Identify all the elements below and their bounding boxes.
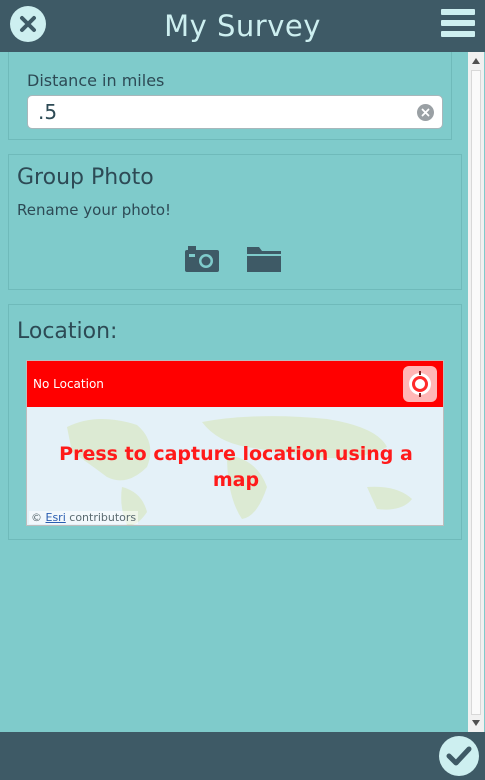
menu-button[interactable]	[441, 9, 475, 41]
location-heading: Location:	[17, 319, 118, 344]
survey-form[interactable]: Distance in miles .5 Group Photo Rename …	[0, 52, 468, 732]
submit-button[interactable]	[439, 736, 479, 776]
group-photo-card: Group Photo Rename your photo!	[8, 154, 462, 290]
scrollbar-thumb[interactable]	[471, 70, 481, 715]
location-status-bar: No Location	[27, 361, 443, 407]
group-photo-heading: Group Photo	[17, 165, 154, 190]
group-photo-hint: Rename your photo!	[17, 201, 172, 219]
scroll-down-arrow-icon[interactable]	[468, 716, 484, 730]
map-attribution: © Esri contributors	[29, 511, 139, 524]
scrollbar[interactable]	[468, 52, 484, 732]
close-icon	[20, 16, 36, 32]
esri-link[interactable]: Esri	[46, 511, 66, 524]
location-status: No Location	[33, 377, 104, 391]
checkmark-icon	[446, 746, 472, 766]
camera-icon[interactable]	[184, 243, 220, 273]
distance-heading-cut	[27, 52, 34, 72]
distance-label: Distance in miles	[27, 71, 165, 90]
hamburger-menu-icon	[441, 9, 475, 15]
folder-icon[interactable]	[246, 243, 282, 273]
page-title: My Survey	[164, 9, 321, 43]
gps-target-icon	[409, 371, 431, 397]
close-button[interactable]	[10, 6, 46, 42]
gps-button[interactable]	[403, 366, 437, 402]
app-footer	[0, 732, 485, 780]
distance-card: Distance in miles .5	[8, 52, 452, 140]
scroll-up-arrow-icon[interactable]	[468, 54, 484, 68]
capture-location-prompt[interactable]: Press to capture location using a map	[47, 441, 425, 493]
clear-icon[interactable]	[417, 104, 434, 121]
location-map[interactable]: No Location Press to capture location us…	[26, 360, 444, 526]
distance-input[interactable]: .5	[27, 95, 443, 129]
app-header: My Survey	[0, 0, 485, 52]
location-card: Location: No Location Press to capture l…	[8, 304, 462, 540]
photo-actions	[184, 243, 282, 273]
distance-value: .5	[38, 100, 58, 124]
